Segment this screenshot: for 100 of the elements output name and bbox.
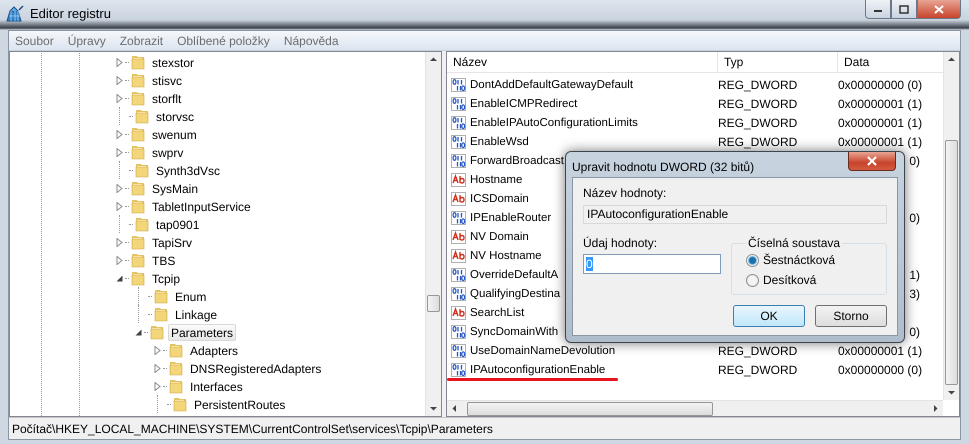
folder-icon (130, 270, 146, 286)
folder-icon (130, 90, 146, 106)
dialog-title: Upravit hodnotu DWORD (32 bitů) (572, 159, 756, 174)
tree-item[interactable]: swprv (149, 144, 186, 160)
expand-icon[interactable] (153, 364, 162, 372)
collapse-icon[interactable] (115, 274, 124, 282)
expand-icon[interactable] (115, 256, 124, 264)
value-name[interactable]: EnableWsd (470, 136, 529, 148)
expand-icon[interactable] (115, 148, 124, 156)
tree-item[interactable]: tap0901 (153, 216, 202, 232)
value-name[interactable]: Hostname (470, 174, 522, 186)
value-data: 0x00000001 (1) (838, 344, 922, 358)
menu-item[interactable]: Zobrazit (120, 34, 164, 48)
value-name[interactable]: UseDomainNameDevolution (470, 344, 616, 356)
expand-icon[interactable] (115, 94, 124, 102)
binary-value-icon (451, 266, 467, 282)
value-name[interactable]: QualifyingDestina (470, 288, 560, 300)
close-icon (866, 156, 878, 166)
value-data: 0) (909, 324, 920, 338)
minimize-button[interactable] (865, 0, 891, 19)
dialog-button[interactable]: OK (733, 305, 805, 327)
value-name[interactable]: ICSDomain (470, 192, 529, 204)
value-name[interactable]: OverrideDefaultA (470, 268, 558, 280)
value-name[interactable]: EnableIPAutoConfigurationLimits (470, 116, 638, 128)
tree-item[interactable]: Enum (172, 288, 210, 304)
folder-icon (130, 252, 146, 268)
folder-icon (130, 180, 146, 196)
expand-icon[interactable] (115, 202, 124, 210)
expand-icon[interactable] (153, 346, 162, 354)
registry-editor-icon (6, 4, 24, 22)
radio-option[interactable]: Šestnáctková (746, 252, 878, 268)
value-name-field[interactable]: IPAutoconfigurationEnable (583, 205, 887, 224)
field-label: Název hodnoty: (583, 186, 668, 200)
value-name[interactable]: IPAutoconfigurationEnable (470, 364, 606, 376)
radio-option[interactable]: Desítková (746, 272, 878, 288)
binary-value-icon (451, 96, 467, 112)
tree-item[interactable]: Synth3dVsc (153, 162, 224, 178)
tree-item[interactable]: Parameters (168, 324, 236, 340)
column-header[interactable]: Název (447, 52, 718, 72)
close-button[interactable] (917, 0, 961, 19)
dialog-button[interactable]: Storno (815, 305, 887, 327)
value-name[interactable]: DontAddDefaultGatewayDefault (470, 78, 634, 90)
menu-item[interactable]: Oblíbené položky (177, 34, 270, 48)
value-data: 0x00000000 (0) (838, 362, 922, 376)
menu-item[interactable]: Soubor (15, 34, 54, 48)
collapse-icon[interactable] (134, 328, 143, 336)
tree-item[interactable]: PersistentRoutes (191, 396, 288, 412)
tree-item[interactable]: TapiSrv (149, 234, 196, 250)
tree-item[interactable]: Adapters (187, 342, 242, 358)
binary-value-icon (451, 286, 467, 302)
binary-value-icon (451, 134, 467, 150)
tree-item[interactable]: stisvc (149, 72, 185, 88)
scrollbar-thumb[interactable] (427, 295, 440, 312)
value-name[interactable]: ForwardBroadcast (470, 154, 564, 166)
tree-item[interactable]: TBS (149, 252, 178, 268)
expand-icon[interactable] (153, 382, 162, 390)
value-type: REG_DWORD (718, 78, 798, 92)
tree-item[interactable]: stexstor (149, 54, 198, 70)
expand-icon[interactable] (115, 130, 124, 138)
value-data: 0x00000001 (1) (838, 116, 922, 130)
value-data: 0) (909, 154, 920, 168)
folder-icon (168, 378, 184, 394)
value-name[interactable]: SearchList (470, 306, 524, 318)
folder-icon (134, 108, 150, 124)
tree-item[interactable]: storflt (149, 90, 184, 106)
expand-icon[interactable] (115, 58, 124, 66)
value-type: REG_DWORD (718, 116, 798, 130)
expand-icon[interactable] (115, 76, 124, 84)
folder-icon (134, 162, 150, 178)
tree-item[interactable]: SysMain (149, 180, 202, 196)
value-name[interactable]: EnableICMPRedirect (470, 98, 578, 110)
close-button[interactable] (848, 152, 896, 171)
scrollbar-thumb[interactable] (467, 402, 713, 416)
folder-icon (153, 288, 169, 304)
menu-item[interactable]: Nápověda (284, 34, 339, 48)
tree-item[interactable]: Tcpip (149, 270, 184, 286)
tree-item[interactable]: storvsc (153, 108, 198, 124)
tree-item[interactable]: swenum (149, 126, 200, 142)
value-data: 0x00000001 (1) (838, 96, 922, 110)
binary-value-icon (451, 324, 467, 340)
value-name[interactable]: NV Hostname (470, 250, 542, 262)
tree-item[interactable]: DNSRegisteredAdapters (187, 360, 324, 376)
tree-item[interactable]: Interfaces (187, 378, 246, 394)
column-header[interactable]: Typ (718, 52, 838, 72)
binary-value-icon (451, 342, 467, 358)
tree-item[interactable]: Linkage (172, 306, 220, 322)
string-value-icon (451, 190, 467, 206)
string-value-icon (451, 228, 467, 244)
scrollbar-thumb[interactable] (945, 140, 958, 385)
tree-item[interactable]: TabletInputService (149, 198, 254, 214)
value-data: 1) (909, 268, 920, 282)
value-name[interactable]: IPEnableRouter (470, 212, 552, 224)
expand-icon[interactable] (115, 184, 124, 192)
maximize-button[interactable] (891, 0, 917, 19)
expand-icon[interactable] (115, 238, 124, 246)
value-name[interactable]: NV Domain (470, 230, 529, 242)
value-name[interactable]: SyncDomainWith (470, 326, 558, 338)
window-title: Editor registru (30, 6, 112, 20)
menu-item[interactable]: Úpravy (68, 34, 106, 48)
value-type: REG_DWORD (718, 134, 798, 148)
